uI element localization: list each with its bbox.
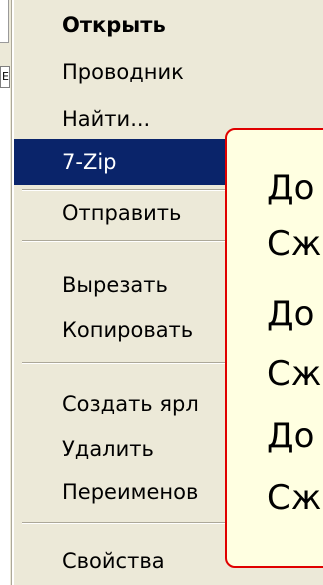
submenu-7zip-zoom: До Сж До Сж До Сж xyxy=(225,128,323,568)
screen: E Открыть Проводник Найти... 7-Zip Отпра… xyxy=(0,0,323,585)
submenu-item-label: Сж xyxy=(267,354,322,394)
menu-item-label: Создать ярл xyxy=(62,392,199,416)
submenu-item-label: До xyxy=(267,294,315,334)
menu-item-label: Удалить xyxy=(62,437,154,461)
submenu-item-label: Сж xyxy=(267,224,322,264)
submenu-item-label: Сж xyxy=(267,478,322,518)
submenu-item-compress[interactable]: Сж xyxy=(267,224,321,264)
submenu-item-compress[interactable]: Сж xyxy=(267,354,321,394)
menu-item-label: Переименов xyxy=(62,480,199,504)
background-window-fragment xyxy=(0,0,9,43)
menu-item-label: Проводник xyxy=(62,60,184,84)
submenu-item-label: До xyxy=(267,416,315,456)
menu-item-label: Свойства xyxy=(62,549,165,573)
menu-item-label: Найти... xyxy=(62,107,151,131)
background-window-edge-letter: E xyxy=(2,70,9,83)
menu-item-explorer[interactable]: Проводник xyxy=(14,49,323,95)
submenu-item-add[interactable]: До xyxy=(267,168,314,208)
menu-item-label: Копировать xyxy=(62,318,194,342)
submenu-item-add[interactable]: До xyxy=(267,294,314,334)
menu-item-open[interactable]: Открыть xyxy=(14,2,323,48)
background-window-panel xyxy=(0,88,10,585)
background-window-field: E xyxy=(0,66,10,88)
menu-item-label: Отправить xyxy=(62,201,182,225)
menu-item-label: Вырезать xyxy=(62,273,168,297)
menu-item-label: Открыть xyxy=(62,13,166,37)
submenu-item-compress[interactable]: Сж xyxy=(267,478,321,518)
menu-item-label: 7-Zip xyxy=(62,150,117,174)
submenu-item-add[interactable]: До xyxy=(267,416,314,456)
submenu-item-label: До xyxy=(267,168,315,208)
